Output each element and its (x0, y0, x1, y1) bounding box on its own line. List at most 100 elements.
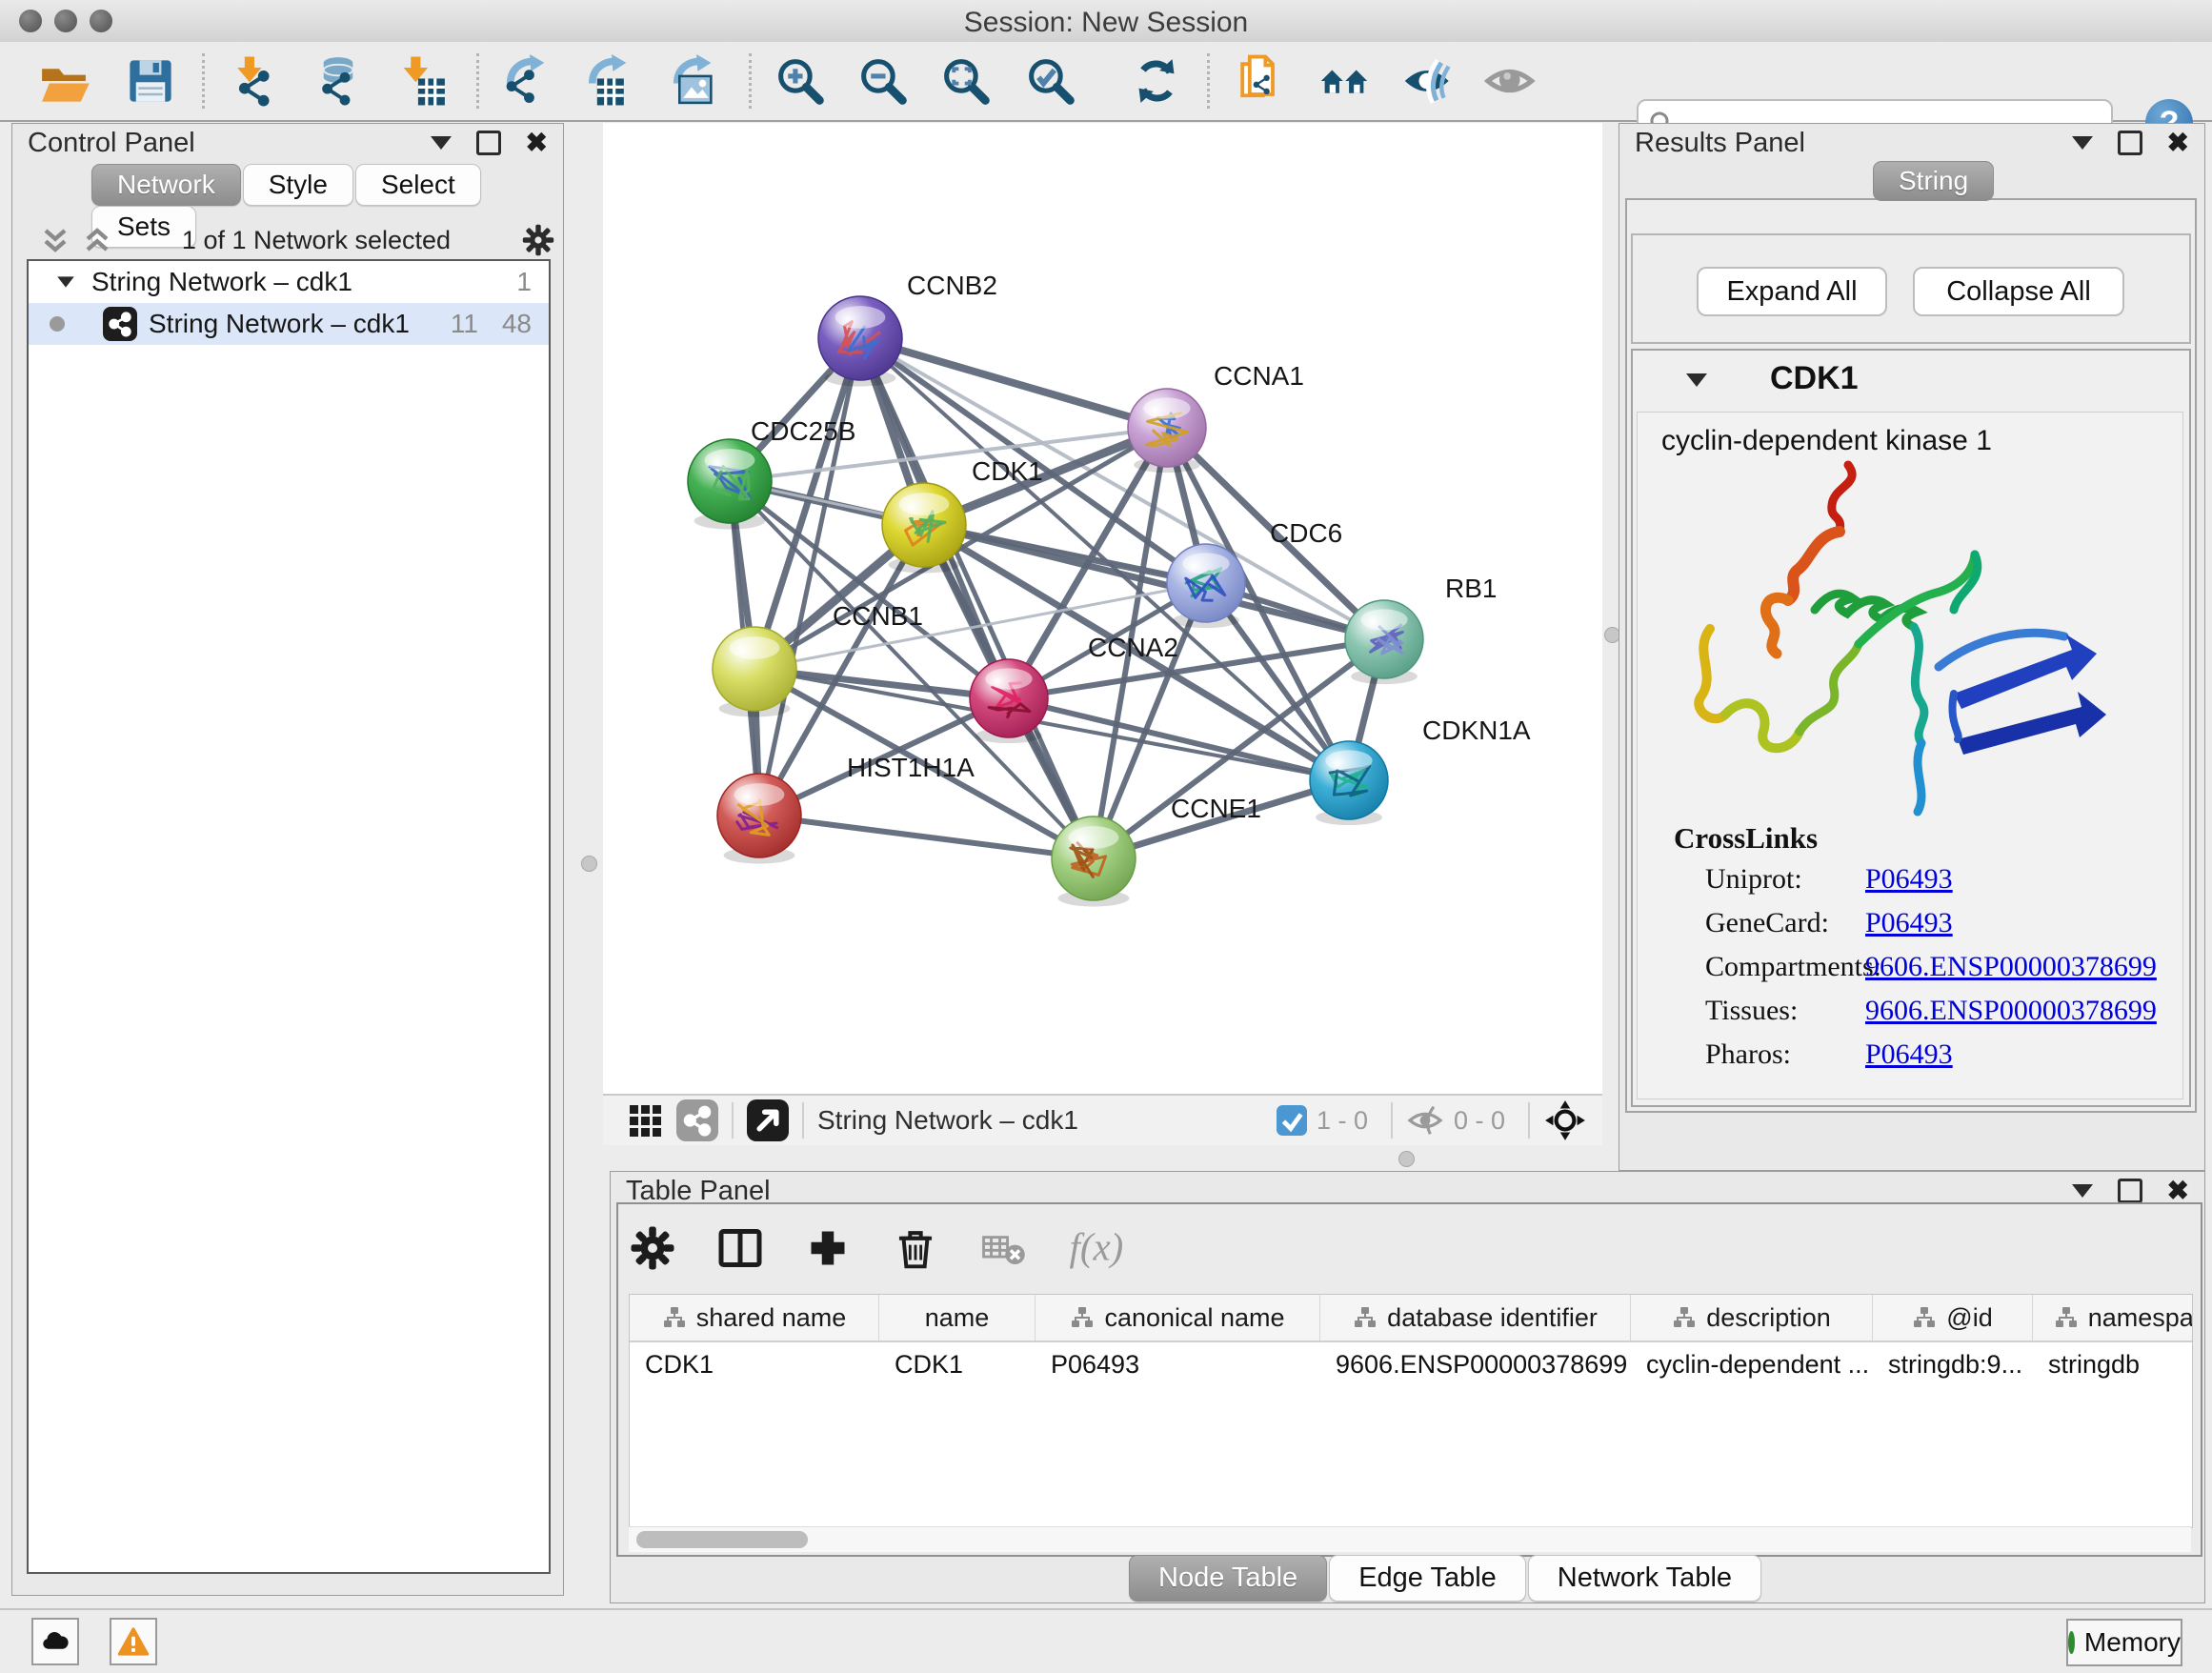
import-table-file-button[interactable] (392, 51, 454, 111)
show-hidden-button[interactable] (1479, 51, 1542, 111)
crosslink-label: Uniprot: (1705, 863, 1802, 896)
gene-name-heading: CDK1 (1770, 360, 1859, 397)
warning-icon (117, 1625, 150, 1658)
tab-string[interactable]: String (1873, 161, 1994, 201)
zoom-out-button[interactable] (852, 51, 915, 111)
column-type-icon (2054, 1305, 2079, 1330)
show-columns-icon[interactable] (716, 1224, 764, 1272)
cloud-icon (39, 1625, 71, 1658)
node-table[interactable]: shared namename canonical name database … (629, 1294, 2193, 1528)
float-panel-icon[interactable] (2072, 1184, 2093, 1198)
table-cell[interactable]: CDK1 (630, 1342, 879, 1386)
export-image-button[interactable] (660, 51, 723, 111)
column-header--id[interactable]: @id (1873, 1295, 2033, 1340)
column-header-description[interactable]: description (1631, 1295, 1873, 1340)
memory-status-button[interactable]: Memory (2066, 1619, 2182, 1666)
import-network-database-button[interactable] (307, 51, 370, 111)
add-column-plus-icon[interactable] (804, 1224, 852, 1272)
crosslink-label: Tissues: (1705, 995, 1798, 1027)
network-label: String Network – cdk1 (149, 309, 410, 339)
table-options-gear-icon[interactable] (629, 1224, 676, 1272)
tab-style[interactable]: Style (243, 164, 353, 206)
open-session-button[interactable] (32, 51, 95, 111)
close-panel-icon[interactable]: ✖ (2167, 1181, 2189, 1200)
table-cell[interactable]: CDK1 (879, 1342, 1036, 1386)
table-horizontal-scrollbar[interactable] (629, 1526, 2191, 1552)
tab-network[interactable]: Network (91, 164, 241, 206)
table-cell[interactable]: cyclin-dependent ... (1631, 1342, 1873, 1386)
node-label-CDC6: CDC6 (1270, 518, 1342, 548)
edge-HIST1H1A-CCNE1[interactable] (759, 816, 1094, 858)
zoom-in-button[interactable] (769, 51, 832, 111)
collection-expander-icon[interactable] (57, 276, 74, 287)
network-share-icon (103, 307, 137, 341)
edge-CCNB2-CCNA1[interactable] (860, 338, 1167, 428)
network-tree: String Network – cdk1 1 String Network –… (27, 259, 551, 1574)
network-options-gear-icon[interactable] (521, 223, 555, 257)
edge-CCNB2-HIST1H1A[interactable] (759, 338, 860, 816)
close-panel-icon[interactable]: ✖ (526, 133, 548, 152)
crosslink-uniprot-link[interactable]: P06493 (1865, 863, 1953, 896)
crosslink-pharos-link[interactable]: P06493 (1865, 1038, 1953, 1071)
table-cell[interactable]: 9606.ENSP00000378699 (1320, 1342, 1631, 1386)
hide-selection-button[interactable] (1397, 51, 1459, 111)
network-canvas[interactable]: CCNB2CCNA1CDC25BCDK1CDC6RB1CCNB1CCNA2CDK… (603, 123, 1602, 1094)
network-collection-row[interactable]: String Network – cdk1 1 (29, 261, 549, 303)
import-network-file-button[interactable] (223, 51, 286, 111)
node-label-CCNA1: CCNA1 (1214, 361, 1304, 391)
delete-column-trash-icon[interactable] (892, 1224, 939, 1272)
column-header-name[interactable]: name (879, 1295, 1036, 1340)
column-type-icon (1672, 1305, 1697, 1330)
maximize-panel-icon[interactable] (2118, 131, 2142, 155)
network-row-selected[interactable]: String Network – cdk1 11 48 (29, 303, 549, 345)
collection-count: 1 (516, 267, 532, 297)
refresh-view-button[interactable] (1125, 51, 1188, 111)
float-panel-icon[interactable] (431, 136, 452, 150)
crosslink-compartments-link[interactable]: 9606.ENSP00000378699 (1865, 951, 2157, 983)
bottom-splitter-handle[interactable] (1398, 1151, 1415, 1167)
table-cell[interactable]: P06493 (1036, 1342, 1320, 1386)
tab-network-table[interactable]: Network Table (1528, 1555, 1761, 1602)
collapse-all-chevron-icon[interactable] (41, 226, 70, 254)
table-cell[interactable]: stringdb (2033, 1342, 2193, 1386)
column-header-canonical-name[interactable]: canonical name (1036, 1295, 1320, 1340)
warning-status-button[interactable] (110, 1618, 157, 1665)
selected-items-checkbox-icon[interactable] (1277, 1105, 1307, 1136)
clone-network-button[interactable] (1228, 51, 1291, 111)
zoom-fit-button[interactable] (935, 51, 997, 111)
node-label-CDKN1A: CDKN1A (1422, 716, 1531, 745)
memory-label: Memory (2084, 1627, 2181, 1658)
table-row[interactable]: CDK1CDK1P064939606.ENSP00000378699cyclin… (630, 1342, 2192, 1386)
fit-selected-crosshair-icon[interactable] (1543, 1099, 1587, 1142)
maximize-panel-icon[interactable] (476, 131, 501, 155)
export-network-button[interactable] (493, 51, 556, 111)
zoom-selected-button[interactable] (1019, 51, 1082, 111)
table-cell[interactable]: stringdb:9... (1873, 1342, 2033, 1386)
node-label-CCNE1: CCNE1 (1171, 794, 1261, 823)
expand-all-chevron-icon[interactable] (83, 226, 111, 254)
column-header-database-identifier[interactable]: database identifier (1320, 1295, 1631, 1340)
export-table-button[interactable] (575, 51, 638, 111)
column-header-shared-name[interactable]: shared name (630, 1295, 879, 1340)
crosslink-label: GeneCard: (1705, 907, 1829, 939)
birdseye-grid-icon[interactable] (630, 1105, 661, 1137)
gene-section-collapse-icon[interactable] (1686, 373, 1707, 387)
titlebar: Session: New Session (0, 0, 2212, 43)
float-panel-icon[interactable] (2072, 136, 2093, 150)
crosslink-genecard-link[interactable]: P06493 (1865, 907, 1953, 939)
home-view-button[interactable] (1313, 51, 1376, 111)
cloud-status-button[interactable] (31, 1618, 79, 1665)
maximize-panel-icon[interactable] (2118, 1179, 2142, 1203)
save-session-button[interactable] (119, 51, 182, 111)
scrollbar-thumb[interactable] (636, 1531, 808, 1548)
collapse-all-button[interactable]: Collapse All (1913, 267, 2124, 316)
expand-all-button[interactable]: Expand All (1697, 267, 1887, 316)
close-panel-icon[interactable]: ✖ (2167, 133, 2189, 152)
left-splitter-handle[interactable] (581, 856, 597, 872)
tab-node-table[interactable]: Node Table (1129, 1555, 1327, 1602)
crosslink-tissues-link[interactable]: 9606.ENSP00000378699 (1865, 995, 2157, 1027)
detach-view-icon[interactable] (747, 1099, 789, 1141)
column-header-namespace[interactable]: namespace (2033, 1295, 2193, 1340)
tab-select[interactable]: Select (355, 164, 481, 206)
tab-edge-table[interactable]: Edge Table (1329, 1555, 1526, 1602)
